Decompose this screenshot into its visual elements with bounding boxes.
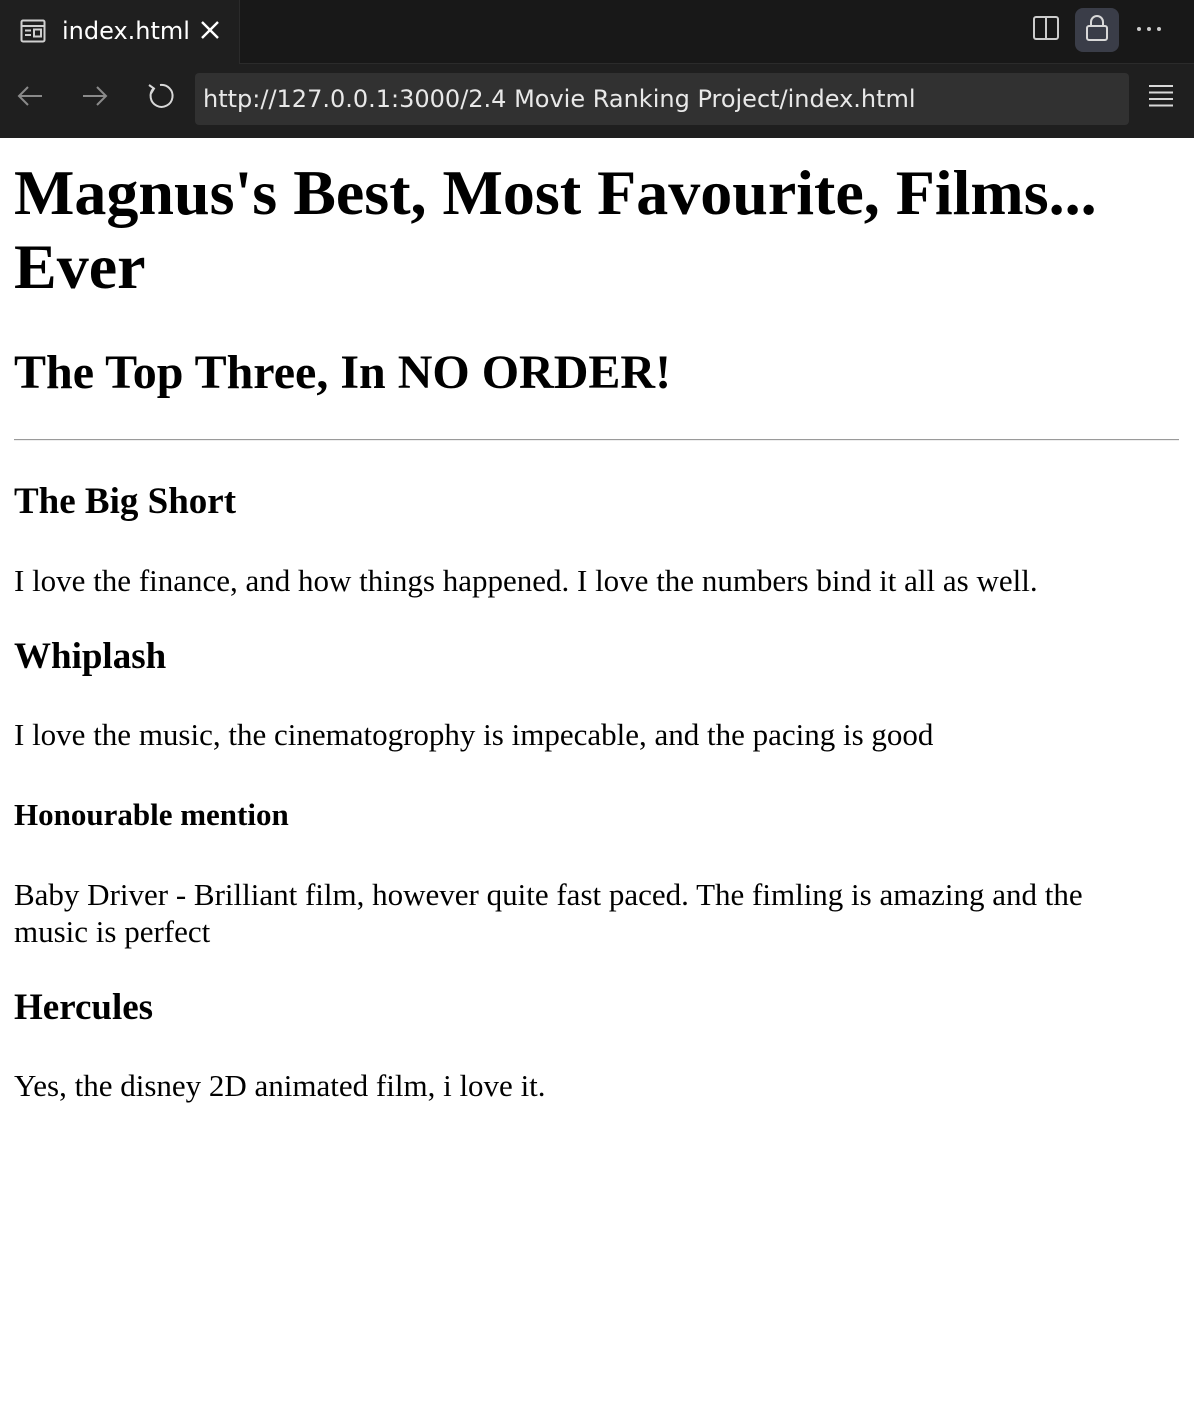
back-button[interactable] — [10, 78, 50, 118]
preview-file-icon — [20, 18, 46, 44]
lock-icon — [1083, 13, 1111, 48]
film-description-big-short: I love the finance, and how things happe… — [14, 563, 1038, 598]
tab-label: index.html — [62, 17, 190, 45]
browser-toolbar — [0, 64, 1194, 138]
honourable-mention-description-line-1: Baby Driver - Brilliant film, however qu… — [14, 877, 1083, 912]
film-description-hercules: Yes, the disney 2D animated film, i love… — [14, 1068, 546, 1103]
film-heading-hercules: Hercules — [14, 987, 154, 1028]
film-heading-big-short: The Big Short — [14, 481, 237, 522]
split-editor-icon — [1032, 14, 1060, 47]
url-input[interactable] — [195, 73, 1129, 125]
reload-icon — [145, 81, 175, 116]
reload-button[interactable] — [140, 78, 180, 118]
more-actions-button[interactable] — [1127, 8, 1171, 52]
forward-button[interactable] — [75, 78, 115, 118]
arrow-left-icon — [15, 81, 45, 116]
editor-tab-bar: index.html — [0, 0, 1194, 64]
menu-button[interactable] — [1141, 78, 1181, 118]
horizontal-rule — [14, 439, 1179, 441]
hamburger-menu-icon — [1147, 83, 1175, 114]
lock-editor-button[interactable] — [1075, 8, 1119, 52]
arrow-right-icon — [80, 81, 110, 116]
close-icon[interactable] — [196, 16, 224, 44]
film-heading-whiplash: Whiplash — [14, 636, 167, 677]
film-description-whiplash: I love the music, the cinematogrophy is … — [14, 717, 934, 752]
honourable-mention-heading: Honourable mention — [14, 797, 289, 832]
page-content: Magnus's Best, Most Favourite, Films... … — [0, 138, 1194, 1402]
more-icon — [1135, 21, 1163, 39]
editor-tab-index-html[interactable]: index.html — [0, 0, 240, 64]
page-title-line-1: Magnus's Best, Most Favourite, Films... — [14, 157, 1097, 228]
address-bar[interactable] — [195, 73, 1129, 125]
split-editor-button[interactable] — [1024, 8, 1068, 52]
page-title-line-2: Ever — [14, 231, 146, 302]
page-subtitle: The Top Three, In NO ORDER! — [14, 346, 672, 399]
honourable-mention-description-line-2: music is perfect — [14, 914, 211, 949]
